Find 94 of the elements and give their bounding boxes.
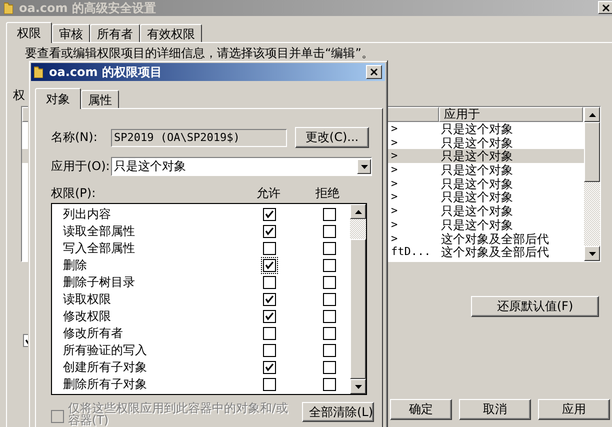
allow-checkbox[interactable] bbox=[263, 344, 276, 357]
table-cell: 这个对象及全部后代 bbox=[441, 245, 549, 259]
deny-checkbox[interactable] bbox=[323, 344, 336, 357]
tab[interactable]: 权限 bbox=[6, 22, 52, 43]
close-icon bbox=[602, 4, 610, 12]
permission-name: 删除子树目录 bbox=[62, 274, 136, 291]
permission-name: 删除 bbox=[62, 257, 88, 274]
apply-to-dropdown[interactable]: 只是这个对象 bbox=[111, 157, 372, 176]
table-cell-text: > bbox=[391, 176, 399, 190]
up-arrow-icon bbox=[588, 112, 596, 116]
table-cell: 只是这个对象 bbox=[441, 149, 513, 164]
entries-label: 权 bbox=[13, 87, 25, 104]
table-cell-text: > bbox=[391, 232, 399, 246]
tab[interactable]: 所有者 bbox=[90, 24, 140, 42]
table-cell-text: > bbox=[391, 204, 399, 218]
close-icon bbox=[370, 68, 378, 76]
down-arrow-icon bbox=[588, 252, 596, 256]
name-label: 名称(N): bbox=[51, 129, 98, 146]
dialog-button[interactable]: 确定 bbox=[390, 399, 452, 420]
dialog-button[interactable]: 应用 bbox=[538, 399, 610, 420]
scrollbar[interactable] bbox=[350, 204, 366, 394]
deny-checkbox[interactable] bbox=[323, 361, 336, 374]
tab[interactable]: 属性 bbox=[81, 90, 119, 108]
allow-checkbox[interactable] bbox=[263, 361, 276, 374]
table-cell: 只是这个对象 bbox=[441, 190, 513, 204]
deny-checkbox[interactable] bbox=[323, 208, 336, 221]
table-cell-text: > bbox=[391, 163, 399, 177]
permission-name: 删除所有子对象 bbox=[62, 376, 148, 393]
allow-checkbox[interactable] bbox=[263, 310, 276, 323]
allow-checkbox[interactable] bbox=[263, 208, 276, 221]
allow-checkbox[interactable] bbox=[263, 293, 276, 306]
table-cell-text: > bbox=[391, 136, 399, 150]
deny-checkbox[interactable] bbox=[323, 225, 336, 238]
allow-checkbox[interactable] bbox=[263, 378, 276, 391]
permission-name: 修改所有者 bbox=[62, 325, 124, 342]
deny-checkbox[interactable] bbox=[323, 242, 336, 255]
dialog-button[interactable]: 取消 bbox=[459, 399, 531, 420]
change-button[interactable]: 更改(C)... bbox=[295, 127, 369, 148]
close-button[interactable] bbox=[598, 1, 612, 14]
table-cell: 只是这个对象 bbox=[441, 218, 513, 232]
dropdown-arrow-icon bbox=[360, 164, 368, 168]
permission-name: 列出内容 bbox=[62, 206, 112, 223]
dialog-title: oa.com 的权限项目 bbox=[49, 64, 162, 80]
table-cell-text: > bbox=[391, 190, 399, 204]
permissions-label: 权限(P): bbox=[51, 185, 97, 202]
table-cell-text: > bbox=[391, 218, 399, 232]
tab[interactable]: 对象 bbox=[35, 88, 81, 109]
deny-checkbox[interactable] bbox=[323, 293, 336, 306]
allow-checkbox[interactable] bbox=[263, 327, 276, 340]
permission-name: 所有验证的写入 bbox=[62, 342, 148, 359]
allow-checkbox[interactable] bbox=[263, 225, 276, 238]
scrollbar-thumb[interactable] bbox=[350, 239, 366, 379]
checkbox-label: 仅将这些权限应用到此容器中的对象和/或容器(T) bbox=[68, 402, 288, 426]
allow-checkbox[interactable] bbox=[263, 242, 276, 255]
table-cell-text: > bbox=[391, 122, 399, 136]
deny-checkbox[interactable] bbox=[323, 378, 336, 391]
up-arrow-icon bbox=[354, 210, 362, 214]
deny-checkbox[interactable] bbox=[323, 259, 336, 272]
table-cell-text: > bbox=[391, 149, 399, 164]
close-button[interactable] bbox=[366, 65, 382, 79]
checkmark-icon bbox=[265, 363, 274, 372]
deny-checkbox[interactable] bbox=[323, 276, 336, 289]
permission-name: 读取权限 bbox=[62, 291, 112, 308]
down-arrow-icon bbox=[354, 384, 362, 388]
allow-checkbox[interactable] bbox=[263, 276, 276, 289]
name-field[interactable]: SP2019 (OA\SP2019$) bbox=[111, 128, 287, 146]
table-cell: 只是这个对象 bbox=[441, 136, 513, 150]
tab[interactable]: 审核 bbox=[52, 24, 90, 42]
scrollbar-thumb[interactable] bbox=[584, 122, 600, 182]
table-cell: 只是这个对象 bbox=[441, 122, 513, 136]
scrollbar[interactable] bbox=[584, 107, 600, 261]
window-title: oa.com 的高级安全设置 bbox=[19, 0, 156, 16]
clear-all-button[interactable]: 全部清除(L) bbox=[302, 402, 374, 422]
deny-checkbox[interactable] bbox=[323, 327, 336, 340]
instruction-text: 要查看或编辑权限项目的详细信息，请选择该项目并单击“编辑”。 bbox=[25, 45, 374, 62]
column-header: 允许 bbox=[256, 185, 282, 202]
apply-to-label: 应用于(O): bbox=[51, 158, 109, 175]
tab[interactable]: 有效权限 bbox=[140, 24, 202, 42]
table-cell: 只是这个对象 bbox=[441, 163, 513, 177]
permission-name: 修改权限 bbox=[62, 308, 112, 325]
column-header[interactable]: 应用于 bbox=[439, 107, 583, 122]
restore-defaults-button[interactable]: 还原默认值(F) bbox=[471, 296, 599, 317]
table-cell: 只是这个对象 bbox=[441, 176, 513, 190]
table-cell-text: ftD... bbox=[391, 245, 432, 259]
permission-name: 写入全部属性 bbox=[62, 240, 136, 257]
folder-icon bbox=[34, 66, 43, 78]
deny-checkbox[interactable] bbox=[323, 310, 336, 323]
table-cell: 只是这个对象 bbox=[441, 204, 513, 218]
checkmark-icon bbox=[265, 261, 274, 270]
permission-name: 创建所有子对象 bbox=[62, 359, 148, 376]
column-header: 拒绝 bbox=[315, 185, 340, 202]
folder-icon bbox=[4, 2, 13, 14]
table-cell: 这个对象及全部后代 bbox=[441, 232, 549, 246]
permission-name: 读取全部属性 bbox=[62, 223, 136, 240]
